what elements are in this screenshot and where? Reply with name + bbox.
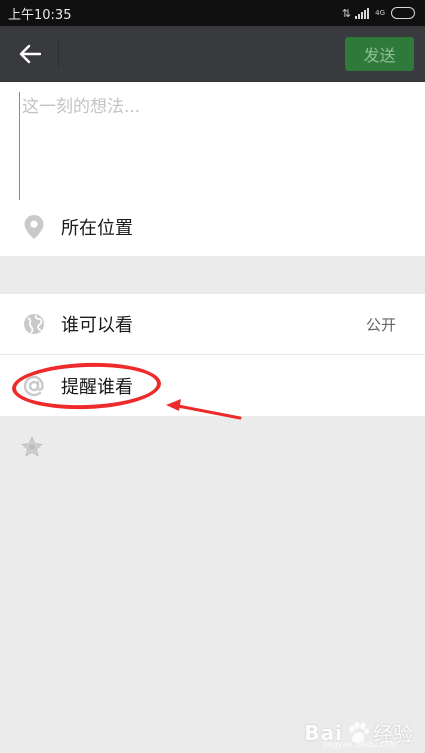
row-divider: [0, 354, 425, 355]
signal-icon: [355, 7, 370, 19]
globe-icon: [23, 313, 45, 335]
status-icons: ⇅ 4G: [342, 7, 415, 20]
status-time: 上午10:35: [8, 7, 72, 23]
location-pin-icon: [23, 214, 45, 240]
visibility-label: 谁可以看: [61, 315, 133, 336]
header-divider: [58, 40, 59, 68]
battery-icon: [391, 7, 415, 19]
location-row[interactable]: 所在位置: [0, 200, 425, 254]
data-transfer-icon: ⇅: [341, 6, 351, 20]
arrow-left-icon: [19, 44, 41, 64]
visibility-value: 公开: [365, 315, 396, 334]
status-bar: 上午10:35 ⇅ 4G: [0, 0, 425, 26]
send-button[interactable]: 发送: [345, 37, 414, 71]
annotation-arrow-icon: [166, 399, 242, 420]
location-label: 所在位置: [61, 218, 133, 239]
top-app-bar: 发送: [0, 26, 425, 82]
visibility-row[interactable]: 谁可以看 公开: [0, 294, 425, 354]
watermark-site: jingyan.baidu.com: [323, 740, 397, 749]
network-type: 4G: [375, 8, 385, 17]
post-text-input[interactable]: [19, 92, 409, 202]
baidu-watermark: Bai 经验 jingyan.baidu.com: [304, 718, 413, 750]
back-button[interactable]: [12, 38, 48, 70]
star-icon[interactable]: [21, 436, 43, 462]
moments-compose-screen: 上午10:35 ⇅ 4G 发送 所在位置: [0, 0, 425, 753]
